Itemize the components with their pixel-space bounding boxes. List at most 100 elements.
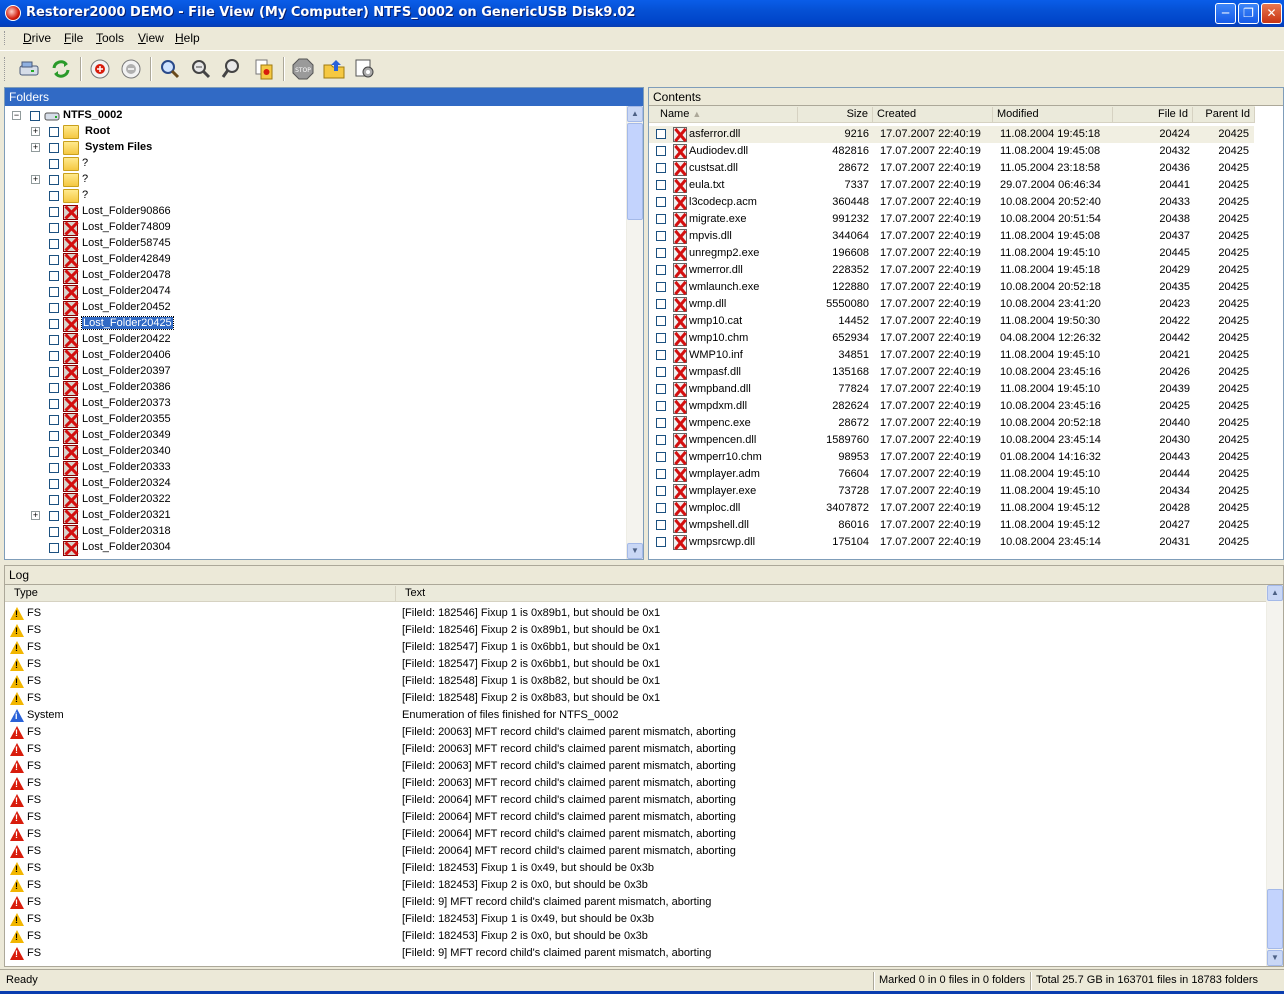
log-row[interactable]: ! FS [FileId: 182453] Fixup 1 is 0x49, but…	[5, 860, 1267, 877]
log-row[interactable]: ! FS [FileId: 182546] Fixup 2 is 0x89b1, b…	[5, 622, 1267, 639]
toolbar-grip[interactable]	[4, 57, 7, 81]
minimize-button[interactable]: ─	[1215, 3, 1236, 24]
tree-item[interactable]: Lost_Folder20397	[5, 364, 626, 380]
tree-item[interactable]: Lost_Folder20386	[5, 380, 626, 396]
tree-item[interactable]: +?	[5, 172, 626, 188]
log-row[interactable]: ! FS [FileId: 182453] Fixup 2 is 0x0, but …	[5, 877, 1267, 894]
checkbox[interactable]	[656, 418, 666, 428]
log-row[interactable]: ! FS [FileId: 20064] MFT record child's cl…	[5, 809, 1267, 826]
collapse-icon[interactable]: −	[12, 111, 21, 120]
file-row[interactable]: eula.txt 7337 17.07.2007 22:40:19 29.07.200…	[649, 177, 1254, 194]
checkbox[interactable]	[656, 282, 666, 292]
log-row[interactable]: ! FS [FileId: 20063] MFT record child's cl…	[5, 775, 1267, 792]
log-row[interactable]: ! FS [FileId: 20063] MFT record child's cl…	[5, 741, 1267, 758]
tree-item[interactable]: Lost_Folder20318	[5, 524, 626, 540]
checkbox[interactable]	[656, 248, 666, 258]
tree-item[interactable]: Lost_Folder20425	[5, 316, 626, 332]
refresh-icon[interactable]	[48, 56, 74, 82]
log-scrollbar[interactable]: ▲ ▼	[1266, 585, 1283, 966]
tree-item[interactable]: Lost_Folder20422	[5, 332, 626, 348]
tree-item[interactable]: Lost_Folder20406	[5, 348, 626, 364]
file-row[interactable]: l3codecp.acm 360448 17.07.2007 22:40:19 10.…	[649, 194, 1254, 211]
checkbox[interactable]	[49, 383, 59, 393]
find-next-icon[interactable]	[188, 56, 214, 82]
scroll-down-icon[interactable]: ▼	[627, 543, 643, 559]
tree-item[interactable]: Lost_Folder74809	[5, 220, 626, 236]
menu-tools[interactable]: Tools	[96, 31, 124, 45]
file-row[interactable]: wmpencen.dll 1589760 17.07.2007 22:40:19 10…	[649, 432, 1254, 449]
menu-view[interactable]: View	[138, 31, 164, 45]
checkbox[interactable]	[49, 431, 59, 441]
file-row[interactable]: unregmp2.exe 196608 17.07.2007 22:40:19 11.…	[649, 245, 1254, 262]
checkbox[interactable]	[49, 399, 59, 409]
mark-add-icon[interactable]	[87, 56, 113, 82]
log-row[interactable]: ! FS [FileId: 182546] Fixup 1 is 0x89b1, b…	[5, 605, 1267, 622]
file-row[interactable]: wmploc.dll 3407872 17.07.2007 22:40:19 11.0…	[649, 500, 1254, 517]
expand-icon[interactable]: +	[31, 175, 40, 184]
copy-files-icon[interactable]	[251, 56, 277, 82]
checkbox[interactable]	[49, 143, 59, 153]
file-row[interactable]: wmplayer.adm 76604 17.07.2007 22:40:19 11.0…	[649, 466, 1254, 483]
checkbox[interactable]	[49, 319, 59, 329]
column-modified[interactable]: Modified	[993, 107, 1113, 122]
tree-item[interactable]: + System Files	[5, 140, 626, 156]
file-row[interactable]: wmperr10.chm 98953 17.07.2007 22:40:19 01.0…	[649, 449, 1254, 466]
tree-item[interactable]: Lost_Folder90866	[5, 204, 626, 220]
expand-icon[interactable]: +	[31, 127, 40, 136]
checkbox[interactable]	[49, 271, 59, 281]
log-row[interactable]: ! FS [FileId: 20064] MFT record child's cl…	[5, 792, 1267, 809]
file-row[interactable]: wmp10.cat 14452 17.07.2007 22:40:19 11.08.2…	[649, 313, 1254, 330]
checkbox[interactable]	[49, 335, 59, 345]
checkbox[interactable]	[656, 367, 666, 377]
checkbox[interactable]	[656, 333, 666, 343]
tree-item[interactable]: Lost_Folder20452	[5, 300, 626, 316]
tree-item[interactable]: + Lost_Folder20321	[5, 508, 626, 524]
log-row[interactable]: ! FS [FileId: 20064] MFT record child's cl…	[5, 826, 1267, 843]
checkbox[interactable]	[656, 231, 666, 241]
tree-item[interactable]: ?	[5, 156, 626, 172]
log-row[interactable]: ! FS [FileId: 182453] Fixup 1 is 0x49, but…	[5, 911, 1267, 928]
tree-item[interactable]: Lost_Folder20349	[5, 428, 626, 444]
column-size[interactable]: Size	[798, 107, 873, 122]
checkbox[interactable]	[49, 495, 59, 505]
checkbox[interactable]	[656, 180, 666, 190]
tree-item[interactable]: ?	[5, 188, 626, 204]
checkbox[interactable]	[49, 463, 59, 473]
file-row[interactable]: wmpband.dll 77824 17.07.2007 22:40:19 11.08…	[649, 381, 1254, 398]
checkbox[interactable]	[656, 350, 666, 360]
file-row[interactable]: wmpasf.dll 135168 17.07.2007 22:40:19 10.08…	[649, 364, 1254, 381]
checkbox[interactable]	[49, 255, 59, 265]
checkbox[interactable]	[49, 447, 59, 457]
scroll-thumb[interactable]	[1267, 889, 1283, 949]
tree-item[interactable]: Lost_Folder20474	[5, 284, 626, 300]
checkbox[interactable]	[49, 223, 59, 233]
checkbox[interactable]	[656, 384, 666, 394]
options-icon[interactable]	[352, 56, 378, 82]
column-parent-id[interactable]: Parent Id	[1193, 107, 1255, 122]
file-row[interactable]: wmp.dll 5550080 17.07.2007 22:40:19 10.08.2…	[649, 296, 1254, 313]
file-row[interactable]: mpvis.dll 344064 17.07.2007 22:40:19 11.08.…	[649, 228, 1254, 245]
column-file-id[interactable]: File Id	[1113, 107, 1193, 122]
checkbox[interactable]	[49, 127, 59, 137]
expand-icon[interactable]: +	[31, 511, 40, 520]
log-row[interactable]: ! FS [FileId: 182547] Fixup 1 is 0x6bb1, b…	[5, 639, 1267, 656]
file-row[interactable]: wmp10.chm 652934 17.07.2007 22:40:19 04.08.…	[649, 330, 1254, 347]
file-row[interactable]: wmpsrcwp.dll 175104 17.07.2007 22:40:19 10.…	[649, 534, 1254, 551]
tree-item[interactable]: Lost_Folder20340	[5, 444, 626, 460]
scroll-thumb[interactable]	[627, 123, 643, 220]
checkbox[interactable]	[656, 163, 666, 173]
tree-item[interactable]: Lost_Folder58745	[5, 236, 626, 252]
checkbox[interactable]	[656, 265, 666, 275]
tree-item[interactable]: Lost_Folder20333	[5, 460, 626, 476]
log-row[interactable]: ! FS [FileId: 20063] MFT record child's cl…	[5, 724, 1267, 741]
app-icon[interactable]	[5, 5, 21, 21]
log-row[interactable]: ! FS [FileId: 182548] Fixup 1 is 0x8b82, b…	[5, 673, 1267, 690]
log-row[interactable]: ! FS [FileId: 20064] MFT record child's cl…	[5, 843, 1267, 860]
tree-item[interactable]: Lost_Folder20324	[5, 476, 626, 492]
log-row[interactable]: ! FS [FileId: 182453] Fixup 2 is 0x0, but …	[5, 928, 1267, 945]
checkbox[interactable]	[656, 299, 666, 309]
column-name[interactable]: Name ▲	[649, 107, 798, 122]
column-type[interactable]: Type	[5, 586, 396, 601]
close-button[interactable]: ✕	[1261, 3, 1282, 24]
tree-item[interactable]: Lost_Folder42849	[5, 252, 626, 268]
